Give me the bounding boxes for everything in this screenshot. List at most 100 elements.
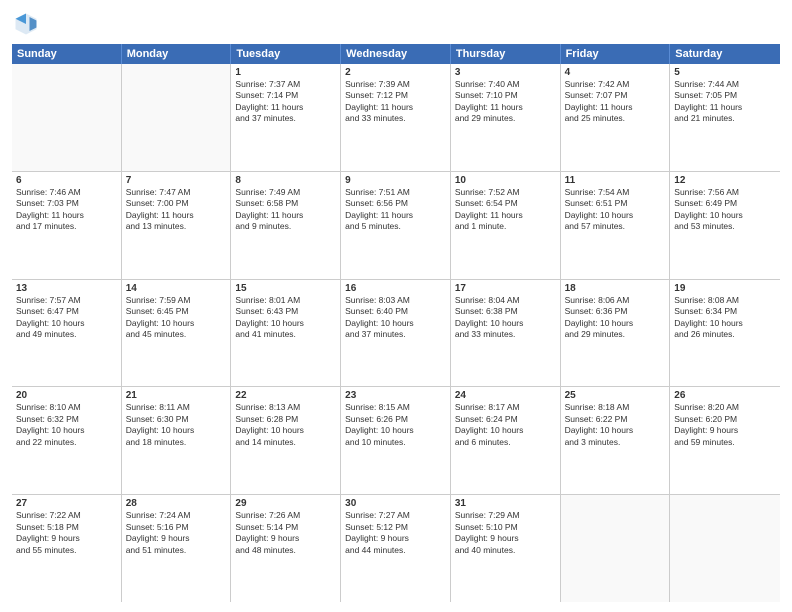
cell-info-line: and 14 minutes. bbox=[235, 437, 336, 448]
day-number: 30 bbox=[345, 498, 446, 509]
cell-info-line: Daylight: 11 hours bbox=[126, 210, 227, 221]
cell-info-line: Daylight: 11 hours bbox=[565, 102, 666, 113]
calendar-week-4: 20Sunrise: 8:10 AMSunset: 6:32 PMDayligh… bbox=[12, 387, 780, 495]
cell-info-line: Sunrise: 7:49 AM bbox=[235, 187, 336, 198]
calendar-cell bbox=[122, 64, 232, 171]
cell-info-line: Sunrise: 7:44 AM bbox=[674, 79, 776, 90]
cell-info-line: Sunrise: 7:40 AM bbox=[455, 79, 556, 90]
cell-info-line: Sunset: 6:45 PM bbox=[126, 306, 227, 317]
cell-info-line: Sunset: 6:47 PM bbox=[16, 306, 117, 317]
calendar-cell: 1Sunrise: 7:37 AMSunset: 7:14 PMDaylight… bbox=[231, 64, 341, 171]
day-number: 1 bbox=[235, 67, 336, 78]
cell-info-line: and 13 minutes. bbox=[126, 221, 227, 232]
cell-info-line: Sunset: 6:20 PM bbox=[674, 414, 776, 425]
cell-info-line: Sunrise: 8:13 AM bbox=[235, 402, 336, 413]
cell-info-line: Sunset: 7:12 PM bbox=[345, 90, 446, 101]
calendar-cell bbox=[670, 495, 780, 602]
cell-info-line: Daylight: 11 hours bbox=[345, 102, 446, 113]
day-number: 18 bbox=[565, 283, 666, 294]
cell-info-line: Sunset: 6:51 PM bbox=[565, 198, 666, 209]
cell-info-line: and 17 minutes. bbox=[16, 221, 117, 232]
cell-info-line: Sunset: 7:03 PM bbox=[16, 198, 117, 209]
day-number: 20 bbox=[16, 390, 117, 401]
cell-info-line: and 18 minutes. bbox=[126, 437, 227, 448]
cell-info-line: and 57 minutes. bbox=[565, 221, 666, 232]
cell-info-line: Daylight: 10 hours bbox=[345, 318, 446, 329]
cell-info-line: and 29 minutes. bbox=[565, 329, 666, 340]
calendar-cell: 7Sunrise: 7:47 AMSunset: 7:00 PMDaylight… bbox=[122, 172, 232, 279]
cell-info-line: and 44 minutes. bbox=[345, 545, 446, 556]
day-number: 17 bbox=[455, 283, 556, 294]
day-number: 19 bbox=[674, 283, 776, 294]
cell-info-line: Sunrise: 7:56 AM bbox=[674, 187, 776, 198]
cell-info-line: Sunset: 6:34 PM bbox=[674, 306, 776, 317]
cell-info-line: Daylight: 11 hours bbox=[345, 210, 446, 221]
calendar-week-5: 27Sunrise: 7:22 AMSunset: 5:18 PMDayligh… bbox=[12, 495, 780, 602]
cell-info-line: Sunset: 6:56 PM bbox=[345, 198, 446, 209]
cell-info-line: Sunrise: 8:01 AM bbox=[235, 295, 336, 306]
day-number: 6 bbox=[16, 175, 117, 186]
day-number: 2 bbox=[345, 67, 446, 78]
cell-info-line: Daylight: 11 hours bbox=[16, 210, 117, 221]
cell-info-line: Daylight: 10 hours bbox=[126, 318, 227, 329]
cell-info-line: Daylight: 9 hours bbox=[16, 533, 117, 544]
cell-info-line: Sunset: 5:10 PM bbox=[455, 522, 556, 533]
calendar-cell: 18Sunrise: 8:06 AMSunset: 6:36 PMDayligh… bbox=[561, 280, 671, 387]
cell-info-line: Sunrise: 7:26 AM bbox=[235, 510, 336, 521]
cell-info-line: Sunrise: 8:20 AM bbox=[674, 402, 776, 413]
calendar-cell: 6Sunrise: 7:46 AMSunset: 7:03 PMDaylight… bbox=[12, 172, 122, 279]
cell-info-line: Sunset: 6:49 PM bbox=[674, 198, 776, 209]
calendar-cell: 8Sunrise: 7:49 AMSunset: 6:58 PMDaylight… bbox=[231, 172, 341, 279]
cell-info-line: Sunrise: 7:51 AM bbox=[345, 187, 446, 198]
day-number: 22 bbox=[235, 390, 336, 401]
cell-info-line: Sunrise: 7:29 AM bbox=[455, 510, 556, 521]
calendar-cell: 15Sunrise: 8:01 AMSunset: 6:43 PMDayligh… bbox=[231, 280, 341, 387]
cell-info-line: Sunset: 7:00 PM bbox=[126, 198, 227, 209]
cell-info-line: Sunset: 5:14 PM bbox=[235, 522, 336, 533]
cell-info-line: Sunrise: 7:57 AM bbox=[16, 295, 117, 306]
cell-info-line: Daylight: 11 hours bbox=[235, 102, 336, 113]
cell-info-line: Sunrise: 8:03 AM bbox=[345, 295, 446, 306]
calendar-header: SundayMondayTuesdayWednesdayThursdayFrid… bbox=[12, 44, 780, 64]
calendar-cell: 5Sunrise: 7:44 AMSunset: 7:05 PMDaylight… bbox=[670, 64, 780, 171]
cell-info-line: and 26 minutes. bbox=[674, 329, 776, 340]
cell-info-line: Daylight: 10 hours bbox=[455, 318, 556, 329]
cell-info-line: and 1 minute. bbox=[455, 221, 556, 232]
calendar-cell: 27Sunrise: 7:22 AMSunset: 5:18 PMDayligh… bbox=[12, 495, 122, 602]
cell-info-line: Daylight: 10 hours bbox=[16, 318, 117, 329]
calendar-cell: 31Sunrise: 7:29 AMSunset: 5:10 PMDayligh… bbox=[451, 495, 561, 602]
cell-info-line: Daylight: 10 hours bbox=[565, 318, 666, 329]
cell-info-line: Sunset: 7:07 PM bbox=[565, 90, 666, 101]
day-number: 26 bbox=[674, 390, 776, 401]
calendar-cell: 17Sunrise: 8:04 AMSunset: 6:38 PMDayligh… bbox=[451, 280, 561, 387]
cell-info-line: and 21 minutes. bbox=[674, 113, 776, 124]
cell-info-line: Sunset: 6:54 PM bbox=[455, 198, 556, 209]
day-number: 12 bbox=[674, 175, 776, 186]
calendar-cell: 29Sunrise: 7:26 AMSunset: 5:14 PMDayligh… bbox=[231, 495, 341, 602]
day-number: 3 bbox=[455, 67, 556, 78]
cell-info-line: Sunrise: 8:10 AM bbox=[16, 402, 117, 413]
day-number: 21 bbox=[126, 390, 227, 401]
cell-info-line: and 5 minutes. bbox=[345, 221, 446, 232]
cell-info-line: Daylight: 11 hours bbox=[455, 102, 556, 113]
cell-info-line: Sunset: 6:26 PM bbox=[345, 414, 446, 425]
cell-info-line: Sunrise: 8:15 AM bbox=[345, 402, 446, 413]
cell-info-line: Daylight: 9 hours bbox=[345, 533, 446, 544]
cell-info-line: Sunrise: 7:59 AM bbox=[126, 295, 227, 306]
cell-info-line: and 55 minutes. bbox=[16, 545, 117, 556]
logo-icon bbox=[12, 10, 40, 38]
cell-info-line: Sunrise: 7:54 AM bbox=[565, 187, 666, 198]
cell-info-line: and 10 minutes. bbox=[345, 437, 446, 448]
calendar-cell: 23Sunrise: 8:15 AMSunset: 6:26 PMDayligh… bbox=[341, 387, 451, 494]
day-number: 29 bbox=[235, 498, 336, 509]
cell-info-line: Sunset: 7:10 PM bbox=[455, 90, 556, 101]
cell-info-line: and 53 minutes. bbox=[674, 221, 776, 232]
day-number: 8 bbox=[235, 175, 336, 186]
day-number: 25 bbox=[565, 390, 666, 401]
cell-info-line: Daylight: 10 hours bbox=[455, 425, 556, 436]
cell-info-line: and 33 minutes. bbox=[345, 113, 446, 124]
cell-info-line: Sunrise: 7:46 AM bbox=[16, 187, 117, 198]
calendar-cell: 11Sunrise: 7:54 AMSunset: 6:51 PMDayligh… bbox=[561, 172, 671, 279]
cell-info-line: Daylight: 11 hours bbox=[235, 210, 336, 221]
calendar-week-2: 6Sunrise: 7:46 AMSunset: 7:03 PMDaylight… bbox=[12, 172, 780, 280]
